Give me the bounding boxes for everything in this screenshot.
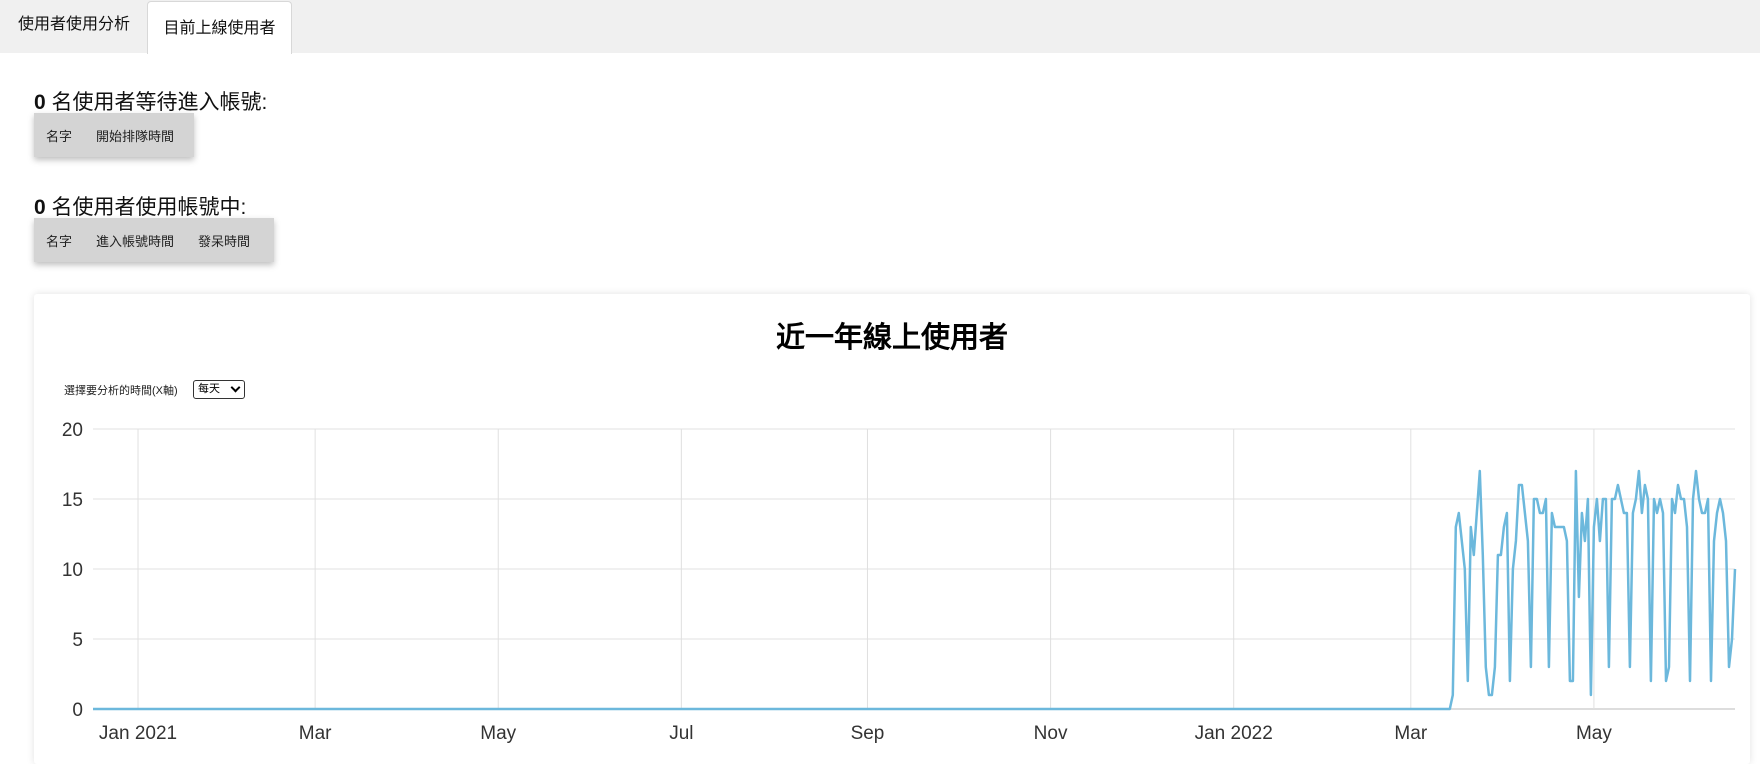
online-users-chart: 0 5 10 15 20 Jan 2021 Mar May Jul Sep Nov Jan 2022…: [62, 420, 1737, 744]
x-tick-label: Jan 2021: [99, 723, 177, 744]
y-tick-label: 15: [62, 490, 83, 511]
x-tick-label: Sep: [851, 723, 885, 744]
x-tick-label: May: [480, 723, 516, 744]
y-tick-label: 20: [62, 420, 83, 441]
y-tick-label: 5: [72, 630, 83, 651]
grid: [93, 428, 1735, 710]
x-tick-label: Mar: [299, 723, 332, 744]
x-tick-label: Jan 2022: [1195, 723, 1273, 744]
y-tick-label: 10: [62, 560, 83, 581]
series-line: [93, 469, 1737, 711]
x-tick-label: May: [1576, 723, 1612, 744]
y-tick-labels: 0 5 10 15 20: [62, 420, 83, 721]
x-tick-label: Nov: [1034, 723, 1068, 744]
x-tick-labels: Jan 2021 Mar May Jul Sep Nov Jan 2022 Mar May: [99, 723, 1612, 744]
x-tick-label: Mar: [1394, 723, 1427, 744]
x-tick-label: Jul: [669, 723, 693, 744]
y-tick-label: 0: [72, 700, 83, 721]
